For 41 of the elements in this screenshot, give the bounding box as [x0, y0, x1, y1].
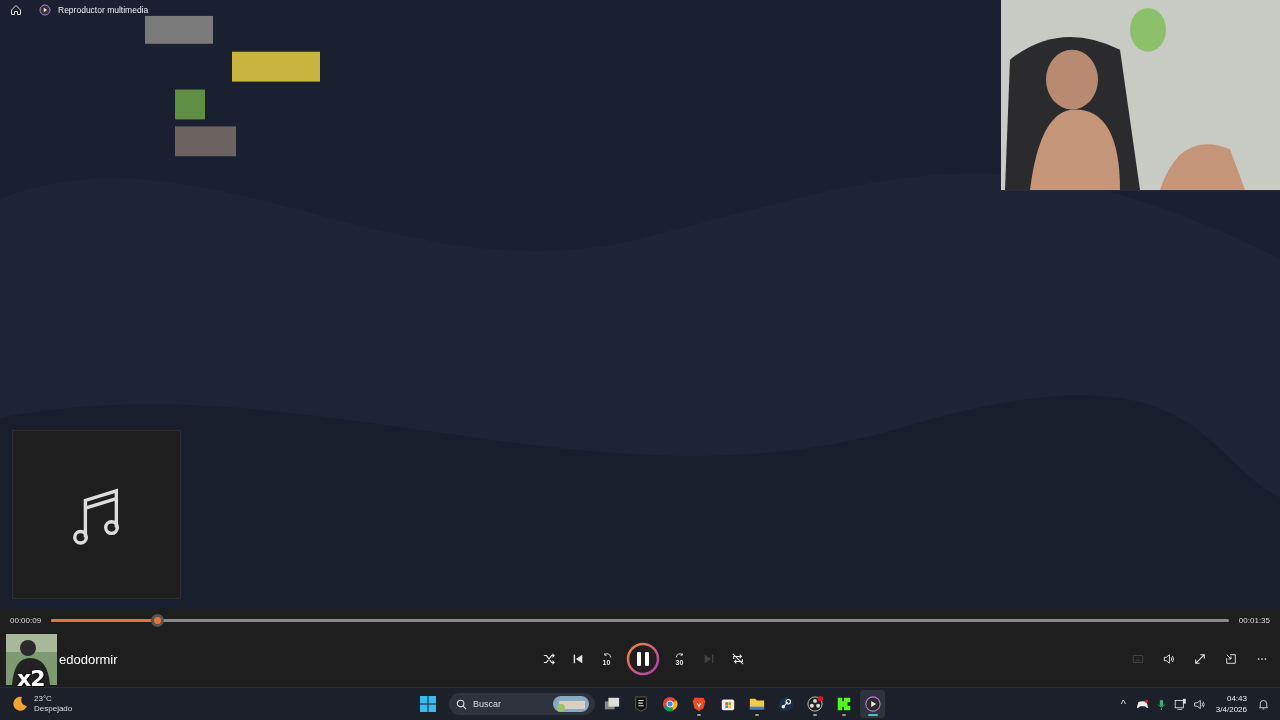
browser-icon — [661, 696, 678, 712]
track-title: edodormir — [59, 651, 118, 667]
task-view-icon — [603, 696, 620, 712]
shield-icon — [632, 696, 649, 712]
windows-logo-icon[interactable] — [419, 695, 437, 713]
seek-slider[interactable] — [51, 613, 1229, 627]
home-icon[interactable] — [10, 4, 22, 16]
volume-icon — [1162, 653, 1175, 665]
lion-shield-icon — [690, 696, 707, 712]
clock-date[interactable]: 3/4/2026 — [1215, 704, 1247, 715]
steam-icon — [777, 696, 794, 712]
player-app-button[interactable] — [860, 690, 885, 718]
fullscreen-icon — [1193, 653, 1206, 665]
bell-icon[interactable] — [1257, 697, 1270, 711]
previous-icon — [571, 653, 584, 665]
elapsed-time: 00:00:09 — [10, 615, 42, 625]
seek-thumb[interactable] — [151, 613, 165, 627]
tray-overflow-button[interactable]: ^ — [1120, 698, 1126, 710]
next-icon — [702, 653, 715, 665]
volume-icon[interactable] — [1192, 697, 1206, 711]
weather-condition: Despejado — [34, 704, 73, 714]
temperature: 23°C — [34, 694, 53, 704]
k-logo-icon — [835, 696, 852, 712]
monitor-icon[interactable] — [1173, 697, 1187, 711]
shuffle-icon — [542, 653, 555, 665]
total-time: 00:01:35 — [1238, 615, 1270, 625]
gamepad-icon[interactable] — [1135, 697, 1149, 711]
moon-icon[interactable] — [12, 696, 28, 712]
play-icon — [39, 4, 51, 16]
captions-icon — [1131, 653, 1144, 665]
record-app-icon — [806, 696, 823, 712]
clock-time[interactable]: 04:43 — [1226, 693, 1247, 704]
folder-icon — [748, 696, 765, 712]
pause-icon — [626, 642, 660, 676]
multiplier-label: x2 — [17, 667, 45, 691]
play-icon — [864, 696, 881, 712]
pause-button[interactable] — [626, 642, 660, 676]
repeat-off-icon — [731, 653, 744, 665]
window-title: Reproductor multimedia — [58, 5, 149, 15]
miniplayer-icon — [1224, 653, 1237, 665]
clockwise-arrow-icon — [673, 652, 686, 659]
